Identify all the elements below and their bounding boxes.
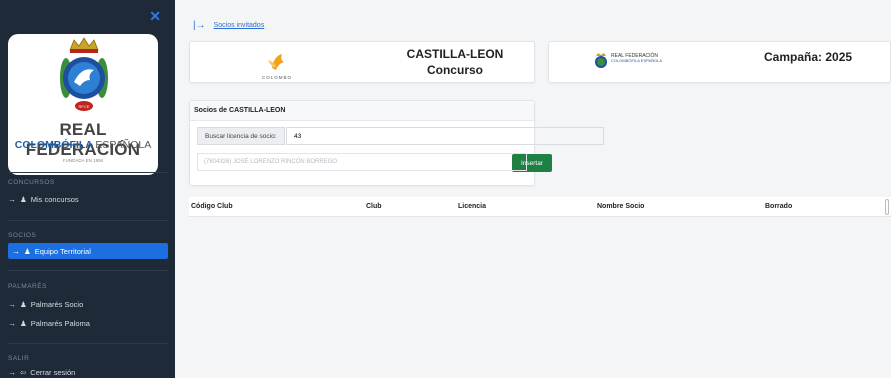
license-search-label: Buscar licencia de socio: [197,127,285,145]
org-card: COLOMBO CASTILLA-LEON Concurso [189,41,535,83]
campaign-title: Campaña: 2025 [764,50,853,64]
federation-emblem-icon: RFCE [60,37,108,111]
sidebar-item-palmares-socio[interactable]: → ♟ Palmarés Socio [8,297,83,311]
sidebar-item-equipo-territorial[interactable]: → ♟ Equipo Territorial [8,243,168,259]
users-icon: ♟ [20,299,27,309]
federation-small-logo-line2: COLOMBÓFILA ESPAÑOLA [611,58,663,63]
sidebar-item-label: Equipo Territorial [34,246,91,256]
sidebar-divider [8,220,168,221]
sidebar-item-label: Palmarés Socio [30,299,84,309]
sidebar-divider [8,172,168,173]
sidebar-section-concursos: CONCURSOS [8,179,55,186]
sidebar-item-label: Mis concursos [30,194,79,204]
logo-founded: FUNDADA EN 1894 [62,158,104,163]
sidebar-section-palmares: PALMARÉS [8,283,47,290]
org-title-type: Concurso [426,63,483,77]
colombo-logo: COLOMBO [252,50,302,80]
logout-icon: ⇦ [20,367,27,377]
arrow-right-to-bar-icon[interactable]: |→ [193,20,206,31]
socios-card: Socios de CASTILLA-LEON Buscar licencia … [189,100,604,186]
scroll-handle[interactable] [885,199,889,215]
license-search-input[interactable] [287,128,417,144]
org-title: CASTILLA-LEON Concurso [380,46,530,78]
users-icon: ♟ [24,246,31,256]
colombo-logo-text: COLOMBO [261,75,292,80]
breadcrumb-link-socios-invitados[interactable]: Socios invitados [214,22,265,29]
sidebar-item-label: Palmarés Paloma [30,318,90,328]
sidebar: ✕ RFCE REAL FEDERACIÓN COLOMBÓFILA ESPAÑ… [0,0,175,378]
column-header-licencia[interactable]: Licencia [458,203,486,210]
campaign-card: REAL FEDERACIÓN COLOMBÓFILA ESPAÑOLA Cam… [548,41,891,83]
socios-table-header: Código Club Club Licencia Nombre Socio B… [189,197,891,217]
sidebar-item-mis-concursos[interactable]: → ♟ Mis concursos [8,192,79,206]
users-icon: ♟ [20,318,27,328]
sidebar-section-socios: SOCIOS [8,232,37,239]
pigeon-icon [268,54,284,70]
breadcrumb: |→ Socios invitados [193,20,264,31]
column-header-codigo-club[interactable]: Código Club [191,203,233,210]
federation-small-logo: REAL FEDERACIÓN COLOMBÓFILA ESPAÑOLA [593,52,673,70]
sidebar-divider [8,343,168,344]
sidebar-section-salir: SALIR [8,355,30,362]
column-header-nombre-socio[interactable]: Nombre Socio [597,203,644,210]
arrow-right-icon: → [8,318,16,328]
sidebar-item-label: Cerrar sesión [30,367,76,377]
svg-text:RFCE: RFCE [79,104,90,109]
license-search-result[interactable]: (7804326) JOSÉ LORENZO RINCÓN BORREGO [197,153,527,171]
sidebar-item-palmares-paloma[interactable]: → ♟ Palmarés Paloma [8,316,90,330]
arrow-right-icon: → [8,299,16,309]
arrow-right-icon: → [8,194,16,204]
license-search-group: Insertar [286,127,604,172]
federation-logo: RFCE REAL FEDERACIÓN COLOMBÓFILA ESPAÑOL… [8,34,158,175]
federation-emblem-icon [595,53,607,68]
sidebar-divider [8,270,168,271]
logo-subtitle-bold: COLOMBÓFILA [14,139,93,151]
logo-subtitle-light: ESPAÑOLA [95,139,152,151]
socios-card-title: Socios de CASTILLA-LEON [190,101,534,121]
logo-subtitle: COLOMBÓFILA ESPAÑOLA [8,139,158,151]
column-header-club[interactable]: Club [366,203,382,210]
sidebar-item-cerrar-sesion[interactable]: → ⇦ Cerrar sesión [8,365,75,378]
column-header-borrado[interactable]: Borrado [765,203,792,210]
arrow-right-icon: → [8,367,16,377]
arrow-right-icon: → [12,246,20,256]
close-icon[interactable]: ✕ [149,8,161,25]
org-title-region: CASTILLA-LEON [406,47,504,61]
users-icon: ♟ [20,194,27,204]
